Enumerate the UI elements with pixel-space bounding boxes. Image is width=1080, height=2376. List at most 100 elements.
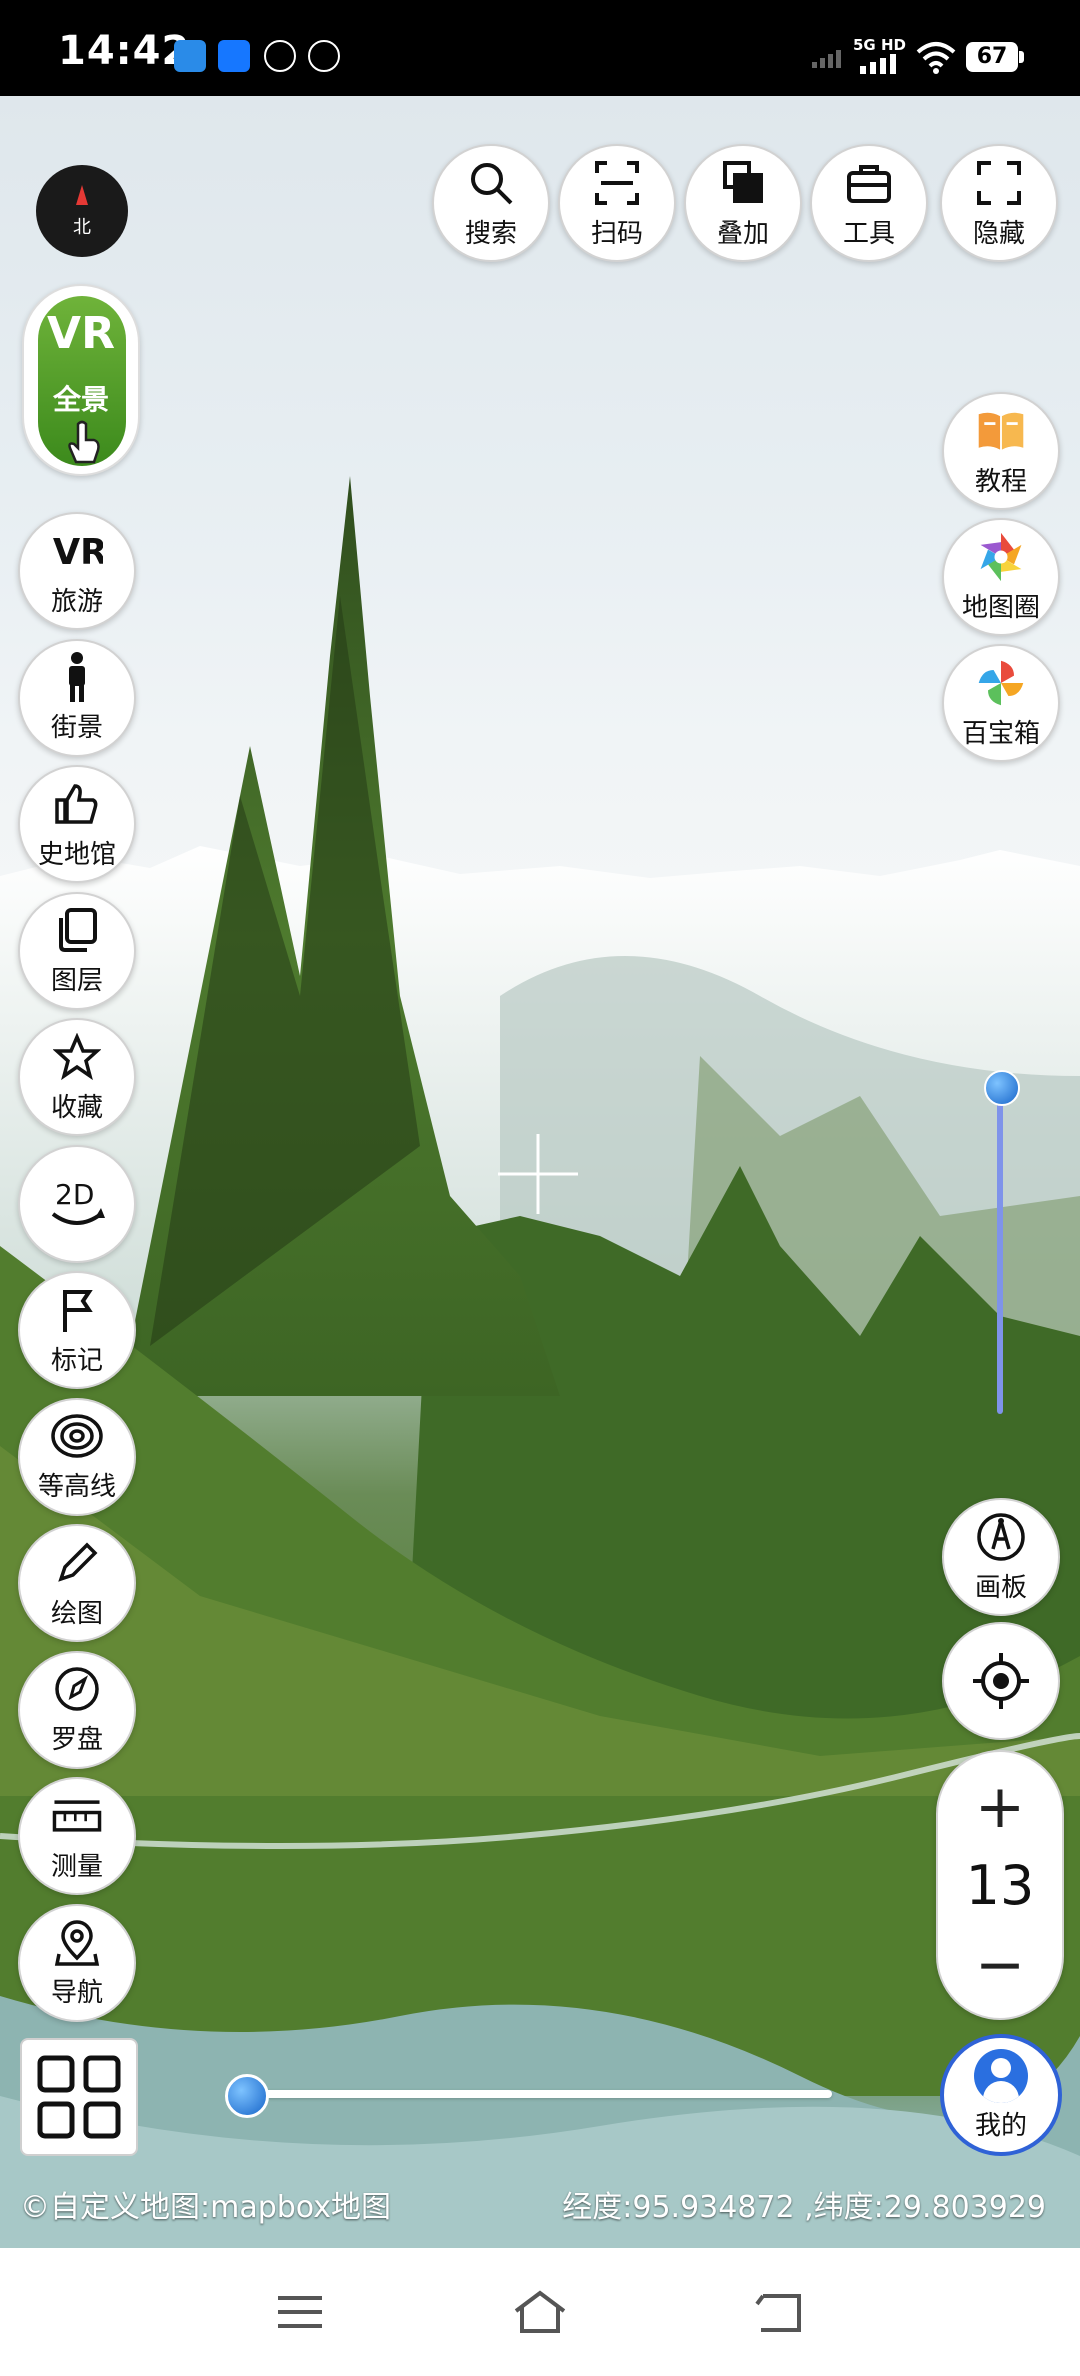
sidebar-mark-button[interactable]: 标记 — [18, 1271, 136, 1389]
hand-pointer-icon — [68, 420, 100, 464]
layers-icon — [51, 904, 103, 956]
locate-button[interactable] — [942, 1622, 1060, 1740]
user-icon — [974, 2048, 1028, 2103]
app-icon — [308, 40, 340, 72]
sidebar-layers-label: 图层 — [50, 966, 103, 996]
rotation-slider-track[interactable] — [250, 2090, 832, 2098]
compass-needle-icon — [76, 185, 88, 205]
sidebar-measure-button[interactable]: 测量 — [18, 1777, 136, 1895]
scan-icon — [591, 157, 643, 209]
sidebar-streetview-label: 街景 — [50, 713, 103, 743]
crosshair-icon — [498, 1134, 578, 1214]
drawing-board-button[interactable]: 画板 — [942, 1498, 1060, 1616]
pencil-icon — [51, 1537, 103, 1589]
sidebar-mark-label: 标记 — [50, 1345, 103, 1376]
sidebar-layers-button[interactable]: 图层 — [18, 891, 136, 1010]
svg-text:VR: VR — [53, 532, 103, 571]
alipay-icon — [218, 40, 250, 72]
status-bar: 14:42 5G HD 67 — [0, 0, 1080, 96]
grid-icon — [37, 2055, 121, 2139]
mine-label: 我的 — [974, 2110, 1027, 2141]
locate-icon — [973, 1653, 1029, 1709]
star-icon — [51, 1031, 103, 1083]
sidebar-compass-label: 罗盘 — [50, 1725, 103, 1755]
pinwheel-icon — [975, 657, 1027, 709]
vr-icon: VR — [51, 525, 103, 577]
search-icon — [465, 157, 517, 209]
menu-nav-button[interactable] — [270, 2284, 330, 2340]
sidebar-compass-button[interactable]: 罗盘 — [18, 1650, 136, 1769]
compass-indicator[interactable]: 北 — [36, 165, 128, 257]
flag-icon — [51, 1284, 103, 1336]
right-tutorial-button[interactable]: 教程 — [942, 392, 1060, 510]
zoom-control: + 13 − — [936, 1750, 1064, 2020]
sidebar-mode-2d-button[interactable]: 2D2D — [18, 1144, 136, 1263]
right-map-circle-button[interactable]: 地图圈 — [942, 518, 1060, 636]
vr-panorama-button[interactable]: VR 全景 — [22, 284, 140, 476]
svg-text:2D: 2D — [55, 1178, 94, 1211]
right-map-circle-label: 地图圈 — [961, 592, 1040, 623]
signal-icon — [860, 54, 896, 74]
sidebar-streetview-button[interactable]: 街景 — [18, 638, 136, 757]
compass-icon — [51, 1663, 103, 1715]
compass-drawing-icon — [975, 1511, 1027, 1563]
toolbar-scan-label: 扫码 — [590, 218, 643, 249]
toolbar-tools-button[interactable]: 工具 — [810, 144, 928, 262]
ruler-icon — [51, 1790, 103, 1842]
book-icon — [975, 405, 1027, 457]
fullscreen-icon — [973, 157, 1025, 209]
zoom-in-button[interactable]: + — [938, 1772, 1062, 1842]
home-nav-button[interactable] — [510, 2284, 570, 2340]
sidebar-navigate-button[interactable]: 导航 — [18, 1903, 136, 2022]
back-nav-button[interactable] — [750, 2284, 810, 2340]
map-view[interactable] — [0, 96, 1080, 2248]
sidebar-draw-button[interactable]: 绘图 — [18, 1524, 136, 1642]
sidebar-history-label: 史地馆 — [37, 839, 116, 870]
status-time: 14:42 — [58, 28, 191, 74]
sidebar-favorites-button[interactable]: 收藏 — [18, 1018, 136, 1136]
gesture-icon — [264, 40, 296, 72]
sidebar-contour-button[interactable]: 等高线 — [18, 1397, 136, 1516]
rotation-slider-globe-icon[interactable] — [225, 2074, 269, 2118]
tilt-slider-track[interactable] — [997, 1096, 1003, 1414]
sidebar-draw-label: 绘图 — [50, 1598, 103, 1629]
right-toolbox-button[interactable]: 百宝箱 — [942, 644, 1060, 762]
toolbar-search-button[interactable]: 搜索 — [432, 144, 550, 262]
weibo-icon — [174, 40, 206, 72]
zoom-level: 13 — [965, 1854, 1035, 1917]
contour-icon — [51, 1410, 103, 1462]
toolbox-icon — [843, 157, 895, 209]
toolbar-tools-label: 工具 — [842, 218, 895, 249]
home-icon — [514, 2290, 566, 2333]
menu-icon — [278, 2296, 322, 2328]
right-tutorial-label: 教程 — [974, 466, 1027, 497]
thumbs-up-icon — [51, 778, 103, 830]
map-attribution: ©自定义地图:mapbox地图 — [20, 2190, 391, 2225]
toolbar-search-label: 搜索 — [464, 218, 517, 249]
mine-button[interactable]: 我的 — [940, 2034, 1062, 2156]
sidebar-history-button[interactable]: 史地馆 — [18, 765, 136, 883]
aperture-icon — [975, 531, 1027, 583]
toolbar-overlay-label: 叠加 — [716, 218, 769, 249]
toolbar-overlay-button[interactable]: 叠加 — [684, 144, 802, 262]
wifi-icon — [916, 42, 956, 74]
battery-indicator: 67 — [966, 42, 1024, 72]
rotate-icon: 2D — [47, 1174, 107, 1234]
toolbar-hide-label: 隐藏 — [972, 218, 1025, 249]
sidebar-contour-label: 等高线 — [37, 1472, 116, 1502]
zoom-out-button[interactable]: − — [938, 1930, 1062, 2000]
sidebar-favorites-label: 收藏 — [50, 1092, 103, 1123]
compass-north-label: 北 — [73, 217, 91, 238]
network-label: 5G HD — [853, 36, 906, 54]
sidebar-navigate-label: 导航 — [50, 1978, 103, 2008]
vr-panorama-label: 全景 — [52, 383, 109, 416]
sidebar-tour-button[interactable]: VR 旅游 — [18, 512, 136, 630]
vr-panorama-title: VR — [47, 308, 115, 359]
tilt-slider-globe-icon[interactable] — [984, 1070, 1020, 1106]
system-nav-bar — [0, 2248, 1080, 2376]
toolbar-hide-button[interactable]: 隐藏 — [940, 144, 1058, 262]
back-icon — [755, 2294, 801, 2332]
toolbar-scan-button[interactable]: 扫码 — [558, 144, 676, 262]
signal-weak-icon — [812, 50, 841, 68]
apps-grid-button[interactable] — [20, 2038, 138, 2156]
